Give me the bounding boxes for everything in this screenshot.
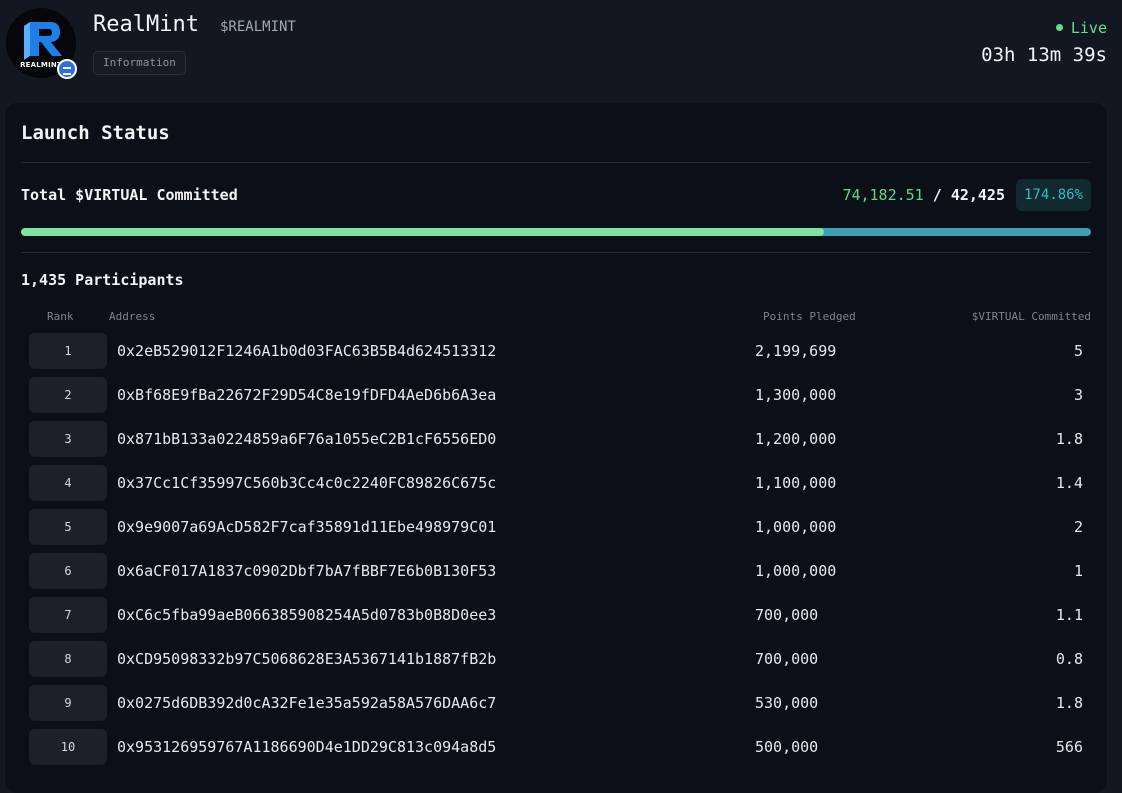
progress-fill xyxy=(21,228,824,236)
rank-badge: 7 xyxy=(29,597,107,633)
rank-badge: 5 xyxy=(29,509,107,545)
wallet-address[interactable]: 0x953126959767A1186690D4e1DD29C813c094a8… xyxy=(117,729,496,765)
countdown-timer: 03h 13m 39s xyxy=(981,44,1107,66)
virtual-committed: 5 xyxy=(1073,342,1083,360)
commit-values: 74,182.51 / 42,425 xyxy=(842,186,1005,204)
virtual-committed: 3 xyxy=(1073,386,1083,404)
table-row[interactable]: 6 0x6aCF017A1837c0902Dbf7bA7fBBF7E6b0B130… xyxy=(5,553,1107,597)
virtual-committed: 2 xyxy=(1073,518,1083,536)
points-pledged: 2,199,699 xyxy=(755,342,837,360)
points-pledged: 700,000 xyxy=(755,650,819,668)
rank-badge: 6 xyxy=(29,553,107,589)
wallet-address[interactable]: 0xCD95098332b97C5068628E3A5367141b1887fB… xyxy=(117,641,496,677)
virtual-committed: 1.1 xyxy=(1055,606,1083,624)
chain-badge-icon xyxy=(57,59,77,79)
commit-target: 42,425 xyxy=(950,186,1005,204)
rank-badge: 10 xyxy=(29,729,107,765)
virtual-committed: 0.8 xyxy=(1055,650,1083,668)
wallet-address[interactable]: 0x0275d6DB392d0cA32Fe1e35a592a58A576DAA6… xyxy=(117,685,496,721)
live-label: Live xyxy=(1070,19,1107,37)
wallet-address[interactable]: 0x9e9007a69AcD582F7caf35891d11Ebe498979C… xyxy=(117,509,496,545)
rank-badge: 4 xyxy=(29,465,107,501)
commit-separator: / xyxy=(932,186,942,204)
table-row[interactable]: 8 0xCD95098332b97C5068628E3A5367141b1887f… xyxy=(5,641,1107,685)
wallet-address[interactable]: 0x2eB529012F1246A1b0d03FAC63B5B4d6245133… xyxy=(117,333,496,369)
points-pledged: 1,100,000 xyxy=(755,474,837,492)
column-header-points: Points Pledged xyxy=(763,310,856,323)
column-header-address: Address xyxy=(109,310,156,323)
table-row[interactable]: 1 0x2eB529012F1246A1b0d03FAC63B5B4d624513… xyxy=(5,333,1107,377)
virtual-committed: 1.8 xyxy=(1055,694,1083,712)
panel-title: Launch Status xyxy=(21,122,170,144)
token-header: REALMINT RealMint $REALMINT Information … xyxy=(0,0,1122,100)
points-pledged: 500,000 xyxy=(755,738,819,756)
points-pledged: 1,000,000 xyxy=(755,562,837,580)
percent-badge: 174.86% xyxy=(1015,179,1091,211)
column-header-committed: $VIRTUAL Committed xyxy=(971,310,1091,323)
live-status: Live xyxy=(1055,19,1107,37)
points-pledged: 530,000 xyxy=(755,694,819,712)
divider xyxy=(21,162,1091,163)
table-row[interactable]: 7 0xC6c5fba99aeB066385908254A5d0783b0B8D0… xyxy=(5,597,1107,641)
column-header-rank: Rank xyxy=(47,310,74,323)
committed-amount: 74,182.51 xyxy=(842,186,924,204)
rank-badge: 3 xyxy=(29,421,107,457)
points-pledged: 1,200,000 xyxy=(755,430,837,448)
information-tag[interactable]: Information xyxy=(93,51,186,75)
token-name: RealMint xyxy=(93,12,199,37)
participants-table: 1 0x2eB529012F1246A1b0d03FAC63B5B4d624513… xyxy=(5,333,1107,773)
points-pledged: 700,000 xyxy=(755,606,819,624)
rank-badge: 1 xyxy=(29,333,107,369)
wallet-address[interactable]: 0x37Cc1Cf35997C560b3Cc4c0c2240FC89826C67… xyxy=(117,465,496,501)
token-ticker: $REALMINT xyxy=(220,19,296,35)
commit-label: Total $VIRTUAL Committed xyxy=(21,186,238,204)
wallet-address[interactable]: 0xC6c5fba99aeB066385908254A5d0783b0B8D0e… xyxy=(117,597,496,633)
live-dot-icon xyxy=(1055,24,1063,31)
virtual-committed: 1.8 xyxy=(1055,430,1083,448)
table-row[interactable]: 4 0x37Cc1Cf35997C560b3Cc4c0c2240FC89826C6… xyxy=(5,465,1107,509)
commit-progress-bar xyxy=(21,228,1091,236)
wallet-address[interactable]: 0x871bB133a0224859a6F76a1055eC2B1cF6556E… xyxy=(117,421,496,457)
table-row[interactable]: 3 0x871bB133a0224859a6F76a1055eC2B1cF6556… xyxy=(5,421,1107,465)
table-row[interactable]: 9 0x0275d6DB392d0cA32Fe1e35a592a58A576DAA… xyxy=(5,685,1107,729)
rank-badge: 9 xyxy=(29,685,107,721)
divider xyxy=(21,252,1091,253)
table-row[interactable]: 10 0x953126959767A1186690D4e1DD29C813c094… xyxy=(5,729,1107,773)
table-row[interactable]: 2 0xBf68E9fBa22672F29D54C8e19fDFD4AeD6b6A… xyxy=(5,377,1107,421)
launch-status-panel: Launch Status Total $VIRTUAL Committed 7… xyxy=(5,103,1107,793)
wallet-address[interactable]: 0x6aCF017A1837c0902Dbf7bA7fBBF7E6b0B130F… xyxy=(117,553,496,589)
points-pledged: 1,300,000 xyxy=(755,386,837,404)
table-row[interactable]: 5 0x9e9007a69AcD582F7caf35891d11Ebe498979… xyxy=(5,509,1107,553)
rank-badge: 2 xyxy=(29,377,107,413)
rank-badge: 8 xyxy=(29,641,107,677)
virtual-committed: 566 xyxy=(1055,738,1083,756)
participants-count: 1,435 Participants xyxy=(21,271,184,289)
virtual-committed: 1.4 xyxy=(1055,474,1083,492)
virtual-committed: 1 xyxy=(1073,562,1083,580)
points-pledged: 1,000,000 xyxy=(755,518,837,536)
wallet-address[interactable]: 0xBf68E9fBa22672F29D54C8e19fDFD4AeD6b6A3… xyxy=(117,377,496,413)
